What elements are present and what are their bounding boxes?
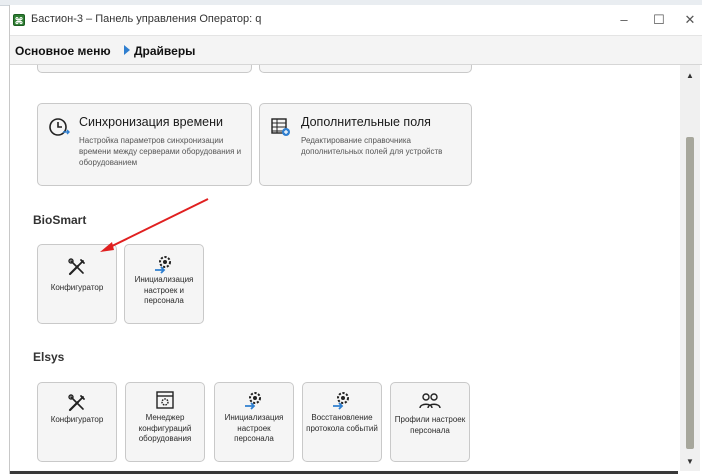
scroll-down-icon[interactable]: ▼ — [680, 455, 700, 469]
tile-label: Инициализация настроек персонала — [224, 413, 284, 443]
window-title: Бастион-3 – Панель управления Оператор: … — [31, 13, 262, 25]
tile-label: Профили настроек персонала — [394, 415, 466, 435]
gear-arrow-icon — [155, 256, 171, 274]
tools-icon — [68, 394, 85, 412]
tile-label: Менеджер конфигураций оборудования — [138, 413, 192, 443]
config-manager-icon — [156, 391, 174, 409]
chevron-right-icon — [124, 45, 130, 55]
gear-arrow-icon — [333, 392, 349, 410]
gear-arrow-icon — [245, 392, 261, 410]
vertical-scrollbar[interactable]: ▲ ▼ — [680, 65, 700, 471]
additional-fields-title: Дополнительные поля — [301, 115, 431, 129]
clock-sync-icon — [49, 118, 70, 136]
scroll-up-icon[interactable]: ▲ — [680, 69, 700, 83]
additional-fields-description: Редактирование справочника дополнительны… — [301, 136, 443, 156]
biosmart-init-tile[interactable]: Инициализация настроек и персонала — [124, 244, 204, 324]
tile-label: Восстановление протокола событий — [306, 413, 378, 433]
section-title-biosmart: BioSmart — [33, 213, 87, 227]
time-sync-title: Синхронизация времени — [79, 115, 223, 129]
elsys-configurator-tile[interactable]: Конфигуратор — [37, 382, 117, 462]
card-partial-right[interactable] — [259, 65, 472, 73]
breadcrumb: Основное меню Драйверы — [10, 35, 702, 65]
card-partial-left[interactable] — [37, 65, 252, 73]
tile-label: Инициализация настроек и персонала — [134, 275, 194, 305]
elsys-staff-profiles-tile[interactable]: Профили настроек персонала — [390, 382, 470, 462]
minimize-button[interactable]: – — [610, 10, 638, 30]
breadcrumb-root[interactable]: Основное меню — [15, 44, 111, 58]
elsys-event-restore-tile[interactable]: Восстановление протокола событий — [302, 382, 382, 462]
tile-label: Конфигуратор — [50, 415, 104, 424]
breadcrumb-current: Драйверы — [134, 44, 196, 58]
additional-fields-card[interactable]: Дополнительные поля Редактирование справ… — [259, 103, 472, 186]
scrollbar-thumb[interactable] — [686, 137, 694, 449]
time-sync-description: Настройка параметров синхронизации време… — [79, 136, 242, 167]
time-sync-card[interactable]: Синхронизация времени Настройка параметр… — [37, 103, 252, 186]
tools-icon — [68, 258, 85, 276]
title-bar: ⌘ Бастион-3 – Панель управления Оператор… — [10, 5, 702, 35]
tile-label: Конфигуратор — [50, 283, 104, 292]
maximize-button[interactable]: ☐ — [645, 10, 673, 30]
biosmart-configurator-tile[interactable]: Конфигуратор — [37, 244, 117, 324]
app-window: ⌘ Бастион-3 – Панель управления Оператор… — [9, 5, 702, 474]
elsys-config-manager-tile[interactable]: Менеджер конфигураций оборудования — [125, 382, 205, 462]
elsys-init-tile[interactable]: Инициализация настроек персонала — [214, 382, 294, 462]
people-icon — [419, 393, 441, 409]
section-title-elsys: Elsys — [33, 350, 65, 364]
app-logo-icon: ⌘ — [13, 14, 25, 26]
drivers-content: Синхронизация времени Настройка параметр… — [10, 65, 678, 474]
table-fields-icon — [271, 118, 290, 136]
close-button[interactable]: ✕ — [676, 10, 702, 30]
